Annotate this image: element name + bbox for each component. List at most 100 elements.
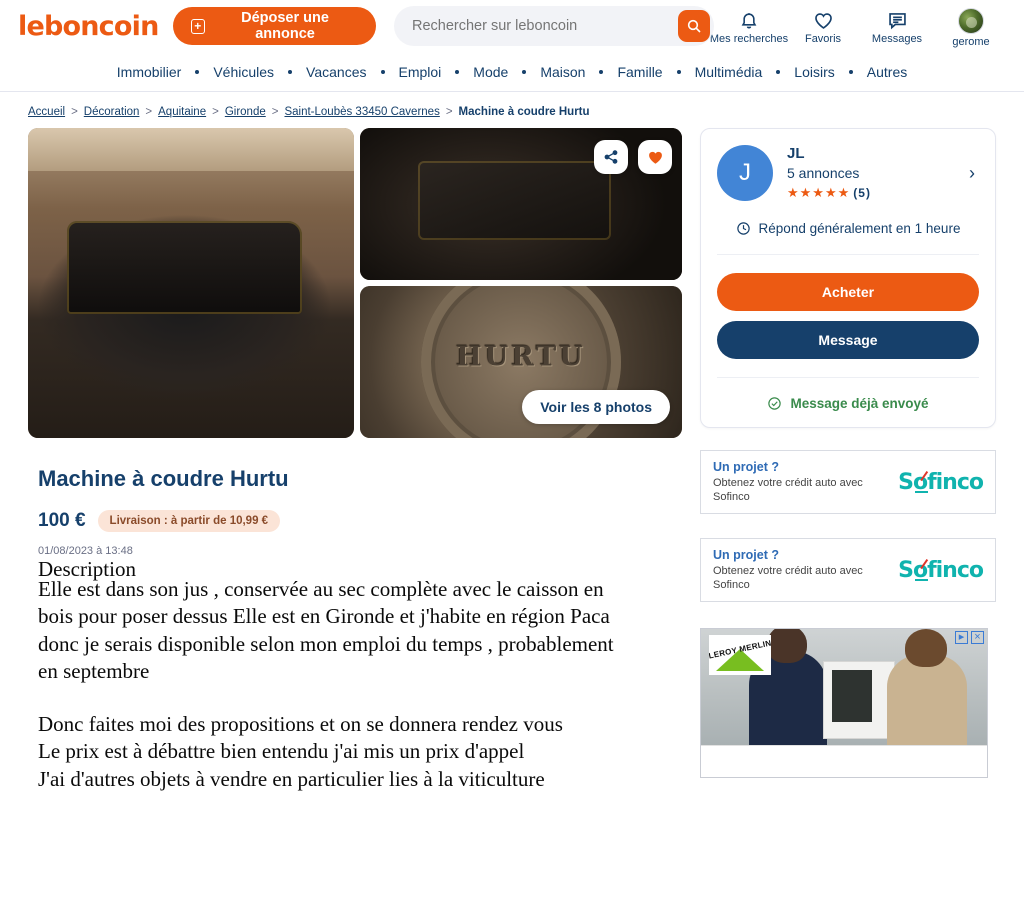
ad-controls: ▸ × <box>955 631 984 644</box>
page-columns: HURTU Voir les 8 photos Machine à coudre… <box>18 128 1006 793</box>
breadcrumb-link-accueil[interactable]: Accueil <box>28 106 65 118</box>
breadcrumb-link-ville[interactable]: Saint-Loubès 33450 Cavernes <box>284 106 439 118</box>
reply-time-row: Répond généralement en 1 heure <box>717 221 979 255</box>
category-nav: Immobilier Véhicules Vacances Emploi Mod… <box>0 52 1024 92</box>
sofinco-ad-title: Un projet ? <box>713 547 779 562</box>
sofinco-ad-body: Obtenez votre crédit auto avec Sofinco <box>713 476 863 503</box>
sofinco-ad-2[interactable]: Un projet ? Obtenez votre crédit auto av… <box>700 538 996 602</box>
seller-row[interactable]: J JL 5 annonces ★★★★★ (5) › <box>717 145 979 201</box>
sofinco-ad-title: Un projet ? <box>713 459 779 474</box>
breadcrumb-separator: > <box>71 106 78 118</box>
header-item-account[interactable]: gerome <box>936 5 1006 48</box>
seller-name: JL <box>787 145 805 162</box>
header-item-messages[interactable]: Messages <box>862 7 932 45</box>
nav-item-famille[interactable]: Famille <box>603 64 676 80</box>
close-icon[interactable]: × <box>971 631 984 644</box>
favorite-button[interactable] <box>638 140 672 174</box>
ad-boiler <box>823 661 895 739</box>
seller-ads-count: 5 annonces <box>787 165 860 181</box>
gallery-action-buttons <box>594 140 672 174</box>
message-sent-label: Message déjà envoyé <box>790 396 929 411</box>
description-paragraph-1: Elle est dans son jus , conservée au sec… <box>38 577 614 683</box>
seller-card: J JL 5 annonces ★★★★★ (5) › Répond généra <box>700 128 996 428</box>
display-ad-leroy-merlin[interactable]: LEROY MERLIN ▸ × <box>700 628 988 778</box>
sofinco-logo: Sofinco <box>898 465 984 495</box>
breadcrumb-separator: > <box>212 106 219 118</box>
sidebar-column: J JL 5 annonces ★★★★★ (5) › Répond généra <box>700 128 996 793</box>
nav-item-immobilier[interactable]: Immobilier <box>103 64 196 80</box>
sofinco-ad-text: Un projet ? Obtenez votre crédit auto av… <box>713 460 883 505</box>
photo-image <box>28 128 354 438</box>
price-value: 100 € <box>38 510 86 531</box>
header-item-label: Mes recherches <box>709 33 789 45</box>
adchoices-icon[interactable]: ▸ <box>955 631 968 644</box>
breadcrumb-link-gironde[interactable]: Gironde <box>225 106 266 118</box>
clock-icon <box>736 222 750 235</box>
header-item-label: gerome <box>952 35 990 48</box>
nav-item-autres[interactable]: Autres <box>853 64 921 80</box>
seller-info: JL 5 annonces ★★★★★ (5) <box>787 145 955 201</box>
plus-square-icon: + <box>190 18 206 34</box>
description-paragraph-2: Donc faites moi des propositions et on s… <box>38 712 563 791</box>
publication-date: 01/08/2023 à 13:48 <box>38 545 133 557</box>
gallery-photo-2[interactable] <box>360 128 682 280</box>
header-actions: Mes recherches Favoris Messages gerome <box>710 5 1006 48</box>
sofinco-ad-1[interactable]: Un projet ? Obtenez votre crédit auto av… <box>700 450 996 514</box>
avatar <box>958 7 984 34</box>
breadcrumb-link-aquitaine[interactable]: Aquitaine <box>158 106 206 118</box>
nav-item-loisirs[interactable]: Loisirs <box>780 64 848 80</box>
chevron-right-icon[interactable]: › <box>969 163 979 184</box>
reply-time-text: Répond généralement en 1 heure <box>758 221 961 236</box>
listing-main-column: HURTU Voir les 8 photos Machine à coudre… <box>28 128 682 793</box>
heart-icon <box>814 13 832 29</box>
see-all-photos-button[interactable]: Voir les 8 photos <box>522 390 670 424</box>
site-header: leboncoin + Déposer une annonce Mes rech… <box>0 0 1024 52</box>
breadcrumb-separator: > <box>445 106 453 118</box>
buy-button[interactable]: Acheter <box>717 273 979 311</box>
breadcrumb-link-decoration[interactable]: Décoration <box>84 106 140 118</box>
search-submit-button[interactable] <box>678 10 710 42</box>
nav-item-vacances[interactable]: Vacances <box>292 64 380 80</box>
search-icon <box>687 19 701 33</box>
nav-item-emploi[interactable]: Emploi <box>385 64 456 80</box>
bell-icon <box>741 13 757 29</box>
deposit-ad-label: Déposer une annonce <box>241 10 329 42</box>
sofinco-ad-text: Un projet ? Obtenez votre crédit auto av… <box>713 548 883 593</box>
heart-filled-icon <box>648 151 662 164</box>
gallery-photo-main[interactable] <box>28 128 354 438</box>
display-ad-footer <box>701 745 987 777</box>
message-icon <box>888 13 906 30</box>
price-row: 100 € Livraison : à partir de 10,99 € <box>38 510 682 532</box>
photo-gallery: HURTU Voir les 8 photos <box>28 128 682 438</box>
deposit-ad-button[interactable]: + Déposer une annonce <box>172 7 376 45</box>
sofinco-ad-body: Obtenez votre crédit auto avec Sofinco <box>713 564 863 591</box>
nav-item-multimedia[interactable]: Multimédia <box>681 64 777 80</box>
check-circle-icon <box>768 397 782 410</box>
breadcrumb-separator: > <box>271 106 279 118</box>
shipping-badge: Livraison : à partir de 10,99 € <box>97 510 281 532</box>
nav-item-vehicules[interactable]: Véhicules <box>199 64 288 80</box>
search-bar[interactable] <box>394 6 714 46</box>
search-input[interactable] <box>410 17 678 35</box>
breadcrumb: Accueil > Décoration > Aquitaine > Giron… <box>18 92 1006 128</box>
rating-stars: ★★★★★ <box>787 185 851 200</box>
badge-engraving-text: HURTU <box>456 341 586 373</box>
nav-item-maison[interactable]: Maison <box>526 64 599 80</box>
message-sent-status: Message déjà envoyé <box>717 377 979 411</box>
seller-rating: ★★★★★ (5) <box>787 185 955 201</box>
gallery-side-column: HURTU Voir les 8 photos <box>360 128 682 438</box>
rating-count: (5) <box>853 186 871 200</box>
leroy-merlin-logo: LEROY MERLIN <box>709 635 771 675</box>
nav-item-mode[interactable]: Mode <box>459 64 522 80</box>
gallery-photo-3[interactable]: HURTU Voir les 8 photos <box>360 286 682 438</box>
header-item-mes-recherches[interactable]: Mes recherches <box>710 7 788 45</box>
header-item-label: Favoris <box>804 33 842 45</box>
leboncoin-logo[interactable]: leboncoin <box>18 11 159 42</box>
message-button[interactable]: Message <box>717 321 979 359</box>
header-item-label: Messages <box>871 33 923 45</box>
header-item-favoris[interactable]: Favoris <box>788 7 858 45</box>
ad-person-right <box>887 629 967 747</box>
page-title: Machine à coudre Hurtu <box>38 466 289 491</box>
share-button[interactable] <box>594 140 628 174</box>
breadcrumb-current: Machine à coudre Hurtu <box>458 106 590 118</box>
